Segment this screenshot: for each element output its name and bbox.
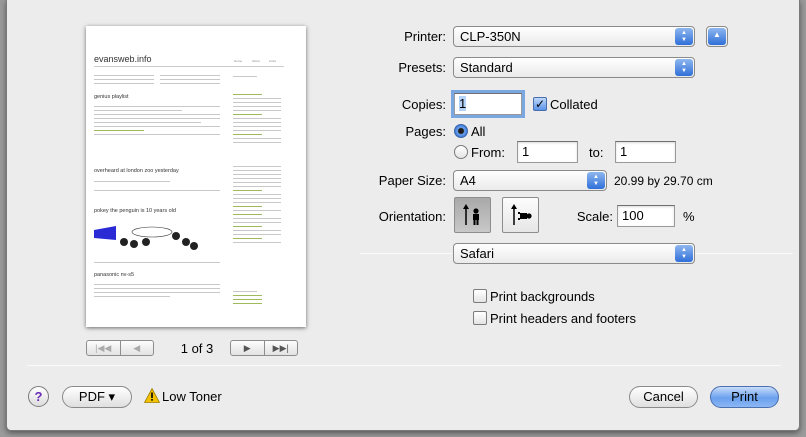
pdf-menu-button[interactable]: PDF ▾	[62, 386, 132, 408]
portrait-orientation-button[interactable]	[454, 197, 491, 233]
landscape-orientation-button[interactable]	[502, 197, 539, 233]
print-headers-footers-label: Print headers and footers	[490, 311, 636, 326]
copies-label: Copies:	[401, 97, 446, 112]
landscape-icon	[511, 204, 532, 225]
scale-field[interactable]: 100	[617, 205, 675, 227]
print-headers-footers-checkbox[interactable]	[473, 311, 487, 325]
paper-size-popup[interactable]: A4 ▲ ▼	[453, 170, 607, 191]
presets-value: Standard	[460, 60, 513, 75]
print-section-value: Safari	[460, 246, 494, 261]
paper-size-value: A4	[460, 173, 476, 188]
pages-from-label: From:	[471, 145, 505, 160]
popup-arrows-icon: ▲ ▼	[675, 59, 693, 76]
separator	[360, 253, 452, 254]
print-preview: evansweb.info Home About Links genius pl…	[86, 26, 306, 327]
copies-field[interactable]: 1	[454, 93, 522, 115]
low-toner-label: Low Toner	[162, 389, 222, 404]
pages-to-value: 1	[620, 144, 628, 159]
first-page-button[interactable]: |◀◀	[87, 341, 120, 355]
comic-strip-image	[94, 226, 198, 250]
paper-size-label: Paper Size:	[378, 173, 446, 188]
preview-post-title: pokey the penguin is 10 years old	[94, 208, 176, 214]
scale-label: Scale:	[576, 209, 613, 224]
help-button[interactable]: ?	[28, 386, 49, 407]
pages-from-field[interactable]: 1	[517, 141, 578, 163]
scale-unit: %	[683, 209, 695, 224]
preview-post-title: genius playlist	[94, 94, 129, 100]
pages-from-value: 1	[522, 144, 530, 159]
pages-label: Pages:	[405, 124, 446, 139]
print-backgrounds-checkbox[interactable]	[473, 289, 487, 303]
paper-dimensions: 20.99 by 29.70 cm	[614, 174, 713, 188]
popup-arrows-icon: ▲ ▼	[587, 172, 605, 189]
previous-page-button[interactable]: ◀	[119, 341, 154, 355]
printer-label: Printer:	[404, 29, 446, 44]
printer-popup[interactable]: CLP-350N ▲ ▼	[453, 26, 695, 47]
footer-separator	[27, 365, 781, 366]
print-section-popup[interactable]: Safari ▲ ▼	[453, 243, 695, 264]
preview-forward-buttons: ▶ ▶▶|	[230, 340, 298, 356]
preview-site-title: evansweb.info	[94, 54, 152, 64]
presets-popup[interactable]: Standard ▲ ▼	[453, 57, 695, 78]
last-page-button[interactable]: ▶▶|	[263, 341, 298, 355]
preview-back-buttons: |◀◀ ◀	[86, 340, 154, 356]
warning-icon	[144, 388, 160, 403]
preview-post-title: overheard at london zoo yesterday	[94, 168, 179, 174]
preview-nav-item: Links	[269, 59, 277, 63]
pages-range-radio[interactable]	[454, 145, 468, 159]
cancel-button[interactable]: Cancel	[629, 386, 698, 408]
portrait-icon	[463, 204, 479, 225]
printer-value: CLP-350N	[460, 29, 521, 44]
page-indicator: 1 of 3	[180, 341, 214, 356]
scale-value: 100	[622, 208, 644, 223]
pages-to-label: to:	[589, 145, 604, 160]
presets-label: Presets:	[398, 60, 446, 75]
pages-all-label: All	[471, 124, 486, 139]
pages-all-radio[interactable]	[454, 124, 468, 138]
disclosure-triangle-icon: ▲	[708, 28, 726, 45]
preview-nav-item: About	[252, 59, 260, 63]
pages-to-field[interactable]: 1	[615, 141, 676, 163]
popup-arrows-icon: ▲ ▼	[675, 245, 693, 262]
collated-checkbox[interactable]: ✓	[533, 97, 547, 111]
popup-arrows-icon: ▲ ▼	[675, 28, 693, 45]
preview-nav-item: Home	[234, 59, 243, 63]
orientation-label: Orientation:	[378, 209, 446, 224]
separator	[695, 253, 793, 254]
disclosure-button[interactable]: ▲	[706, 26, 728, 47]
print-backgrounds-label: Print backgrounds	[490, 289, 595, 304]
next-page-button[interactable]: ▶	[231, 341, 264, 355]
copies-value: 1	[459, 96, 467, 111]
preview-post-title: panasonic nv-s5	[94, 272, 135, 278]
collated-label: Collated	[550, 97, 598, 112]
print-button[interactable]: Print	[710, 386, 779, 408]
print-dialog: evansweb.info Home About Links genius pl…	[6, 0, 800, 431]
